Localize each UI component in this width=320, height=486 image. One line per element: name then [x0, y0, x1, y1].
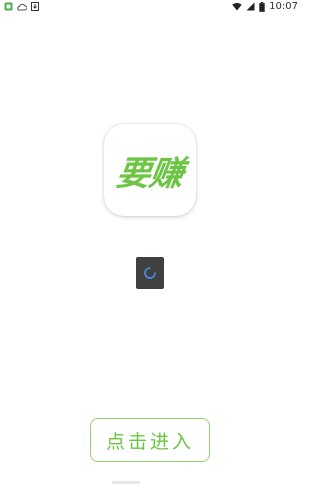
battery-icon	[259, 1, 265, 12]
spinner-icon	[144, 267, 156, 279]
enter-button-label: 点击进入	[105, 430, 194, 453]
download-icon	[31, 2, 39, 11]
wifi-icon	[232, 2, 242, 11]
splash-screen: 10:07 要赚 点击进入	[0, 0, 302, 486]
status-bar-right: 10:07	[232, 1, 298, 13]
enter-button[interactable]: 点击进入	[90, 418, 210, 462]
notification-icon	[4, 2, 13, 11]
app-logo-text: 要赚	[113, 153, 186, 194]
status-bar: 10:07	[0, 0, 302, 13]
signal-icon	[246, 2, 255, 11]
bottom-indicator	[112, 481, 140, 484]
cloud-icon	[17, 3, 27, 11]
status-clock: 10:07	[269, 0, 298, 12]
app-logo: 要赚	[104, 124, 196, 216]
loading-indicator	[136, 257, 164, 289]
status-bar-left	[4, 2, 39, 11]
